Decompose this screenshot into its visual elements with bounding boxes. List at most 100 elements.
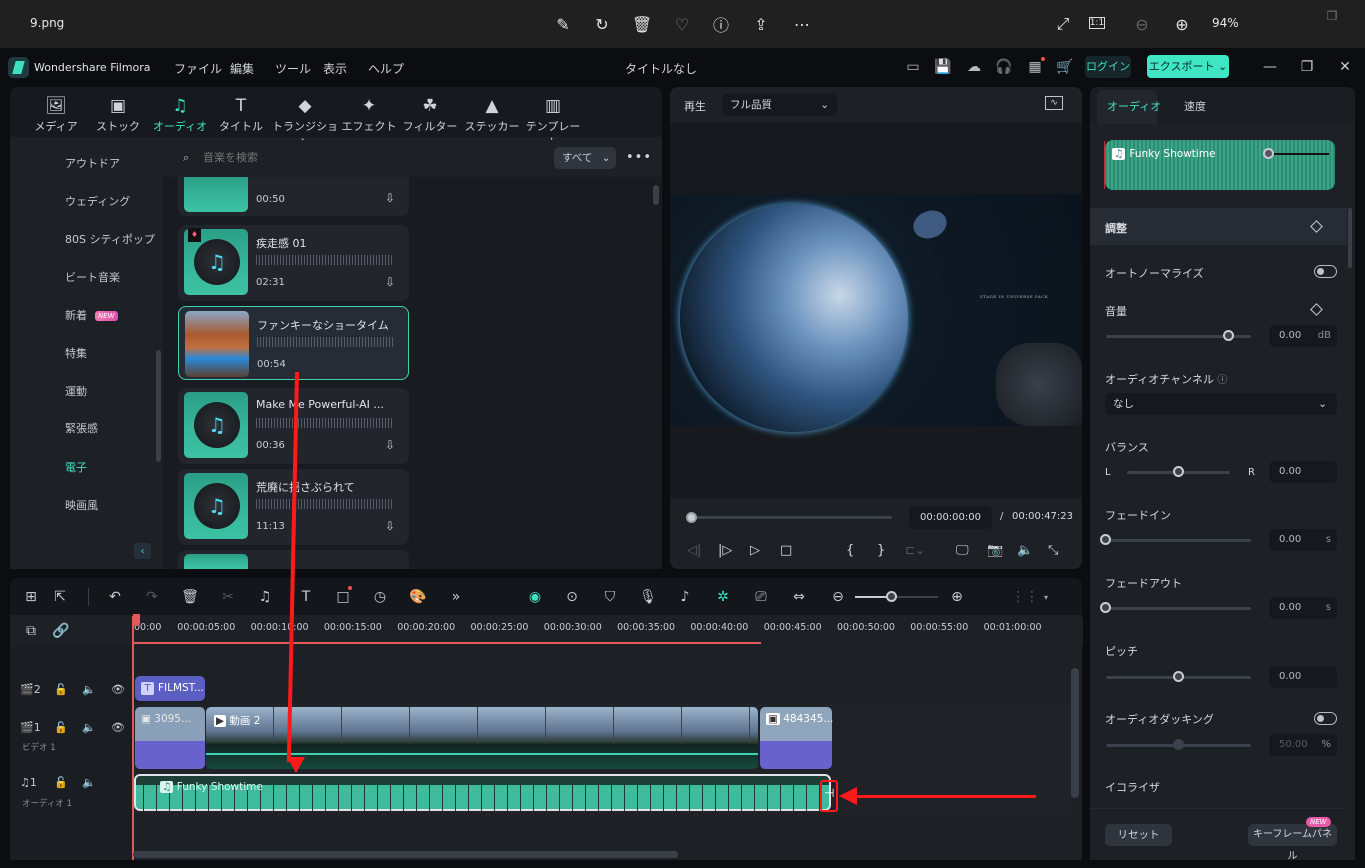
text-tool-icon[interactable]: T: [296, 588, 316, 606]
download-icon[interactable]: ⇩: [385, 275, 395, 289]
marker-icon[interactable]: ⛉: [600, 588, 620, 606]
play-icon[interactable]: ▷: [750, 543, 760, 558]
track-layout-icon[interactable]: ⋮⋮: [1011, 588, 1039, 606]
category-featured[interactable]: 特集: [65, 345, 87, 361]
download-icon[interactable]: ⇩: [385, 519, 395, 533]
music-list-scrollbar[interactable]: [653, 185, 659, 205]
next-frame-icon[interactable]: |▷: [718, 543, 732, 558]
more-icon[interactable]: ⋯: [790, 12, 814, 36]
stop-icon[interactable]: □: [780, 543, 792, 558]
chevron-down-icon[interactable]: ▾: [1044, 593, 1048, 602]
fullscreen-icon[interactable]: ⤢: [1051, 12, 1075, 36]
menu-help[interactable]: ヘルプ: [368, 60, 404, 77]
lock-icon[interactable]: 🔓: [54, 721, 68, 734]
tab-stock[interactable]: ▣ ストック: [88, 96, 148, 134]
category-cinematic[interactable]: 映画風: [65, 497, 98, 513]
playback-progress-knob[interactable]: [686, 512, 697, 523]
category-new[interactable]: 新着 NEW: [65, 307, 118, 323]
tab-audio-inspector[interactable]: オーディオ: [1107, 98, 1161, 114]
playhead-handle[interactable]: [133, 614, 140, 626]
clip-volume-track[interactable]: [1269, 153, 1329, 155]
cart-icon[interactable]: 🛒: [1055, 57, 1075, 77]
export-button[interactable]: エクスポート ⌄: [1147, 55, 1229, 78]
delete-clip-icon[interactable]: 🗑: [180, 588, 200, 606]
mute-icon[interactable]: 🔈: [82, 776, 96, 789]
login-button[interactable]: ログイン: [1085, 56, 1131, 78]
category-scrollbar[interactable]: [156, 350, 161, 462]
edit-image-icon[interactable]: ✎: [551, 12, 575, 36]
select-tool-icon[interactable]: ⇱: [50, 588, 70, 606]
filter-dropdown[interactable]: すべて ⌄: [554, 147, 616, 169]
redo-icon[interactable]: ↷: [142, 588, 162, 606]
layout-grid-icon[interactable]: ⊞: [21, 588, 41, 606]
adjust-section-header[interactable]: [1090, 208, 1347, 245]
tab-sticker[interactable]: ▲ ステッカー: [462, 96, 522, 134]
fade-out-input[interactable]: 0.00 s: [1269, 597, 1337, 619]
reset-button[interactable]: リセット: [1105, 824, 1172, 846]
info-icon[interactable]: ⓘ: [709, 12, 733, 36]
split-scissors-icon[interactable]: ✂: [218, 588, 238, 606]
ducking-toggle[interactable]: [1314, 712, 1337, 725]
download-icon[interactable]: ⇩: [385, 191, 395, 205]
zoom-in-icon[interactable]: ⊕: [1170, 12, 1194, 36]
zoom-out-timeline-icon[interactable]: ⊖: [828, 588, 848, 606]
layout-icon[interactable]: ▭: [903, 57, 923, 77]
favorite-icon[interactable]: ♡: [670, 12, 694, 36]
zoom-out-icon[interactable]: ⊖: [1130, 12, 1154, 36]
close-icon[interactable]: ✕: [1335, 57, 1355, 77]
balance-slider-knob[interactable]: [1172, 466, 1184, 477]
timeline-horizontal-scrollbar[interactable]: [133, 851, 678, 858]
actual-size-icon[interactable]: 1:1: [1089, 17, 1105, 29]
lock-icon[interactable]: 🔓: [54, 776, 68, 789]
more-tools-icon[interactable]: »: [446, 588, 466, 606]
category-outdoor[interactable]: アウトドア: [65, 155, 120, 171]
visibility-eye-icon[interactable]: 👁: [111, 683, 125, 696]
ai-robot-icon[interactable]: ◉: [525, 588, 545, 606]
preview-render-icon[interactable]: ⎚: [751, 588, 771, 606]
fit-timeline-icon[interactable]: ⇔: [789, 588, 809, 606]
waveform-scope-icon[interactable]: ∿: [1045, 96, 1063, 110]
rotate-icon[interactable]: ↻: [590, 12, 614, 36]
help-icon[interactable]: ⓘ: [1217, 375, 1227, 386]
tab-audio[interactable]: ♫ オーディオ: [150, 96, 210, 134]
balance-input[interactable]: 0.00: [1269, 461, 1337, 483]
tab-effect[interactable]: ✦ エフェクト: [339, 96, 399, 134]
volume-icon[interactable]: 🔈: [1017, 543, 1033, 558]
speed-icon[interactable]: ◷: [370, 588, 390, 606]
ducking-slider-knob[interactable]: [1172, 739, 1184, 750]
pitch-slider-knob[interactable]: [1172, 671, 1184, 682]
title-clip[interactable]: T FILMST...: [135, 676, 205, 701]
audio-beat-icon[interactable]: ♫: [255, 588, 275, 606]
snap-icon[interactable]: ✲: [713, 588, 733, 606]
share-icon[interactable]: ⇪: [749, 12, 773, 36]
color-palette-icon[interactable]: 🎨: [408, 588, 428, 606]
support-headset-icon[interactable]: 🎧: [994, 57, 1014, 77]
category-wedding[interactable]: ウェディング: [65, 193, 130, 209]
fade-in-slider-track[interactable]: [1106, 539, 1251, 542]
tab-title[interactable]: T タイトル: [211, 96, 271, 134]
current-time[interactable]: 00:00:00:00: [909, 506, 992, 529]
add-track-icon[interactable]: ⧉: [21, 622, 41, 640]
timeline-vertical-scrollbar[interactable]: [1071, 668, 1079, 798]
category-electronic[interactable]: 電子: [65, 459, 87, 475]
menu-tools[interactable]: ツール: [275, 60, 311, 77]
visibility-eye-icon[interactable]: 👁: [111, 721, 125, 734]
collapse-sidebar-button[interactable]: ‹: [134, 543, 151, 559]
playback-progress-track[interactable]: [690, 516, 892, 519]
image-clip[interactable]: ▣ 484345...: [760, 707, 833, 769]
save-icon[interactable]: 💾: [933, 57, 953, 77]
mute-icon[interactable]: 🔈: [82, 683, 96, 696]
music-list-icon[interactable]: ♪: [675, 588, 695, 606]
volume-input[interactable]: 0.00 dB: [1269, 325, 1337, 347]
music-card[interactable]: 00:50 ⇩: [178, 177, 409, 216]
inspector-scrollbar[interactable]: [1348, 208, 1352, 268]
category-beat[interactable]: ビート音楽: [65, 269, 120, 285]
pitch-input[interactable]: 0.00: [1269, 666, 1337, 688]
maximize-icon[interactable]: ❐: [1297, 57, 1317, 77]
menu-edit[interactable]: 編集: [230, 60, 254, 77]
link-icon[interactable]: 🔗: [51, 622, 71, 640]
fade-in-input[interactable]: 0.00 s: [1269, 529, 1337, 551]
microphone-icon[interactable]: 🎙: [638, 588, 658, 606]
category-80s-citypop[interactable]: 80S シティポップ: [65, 231, 155, 247]
cloud-upload-icon[interactable]: ☁: [964, 57, 984, 77]
